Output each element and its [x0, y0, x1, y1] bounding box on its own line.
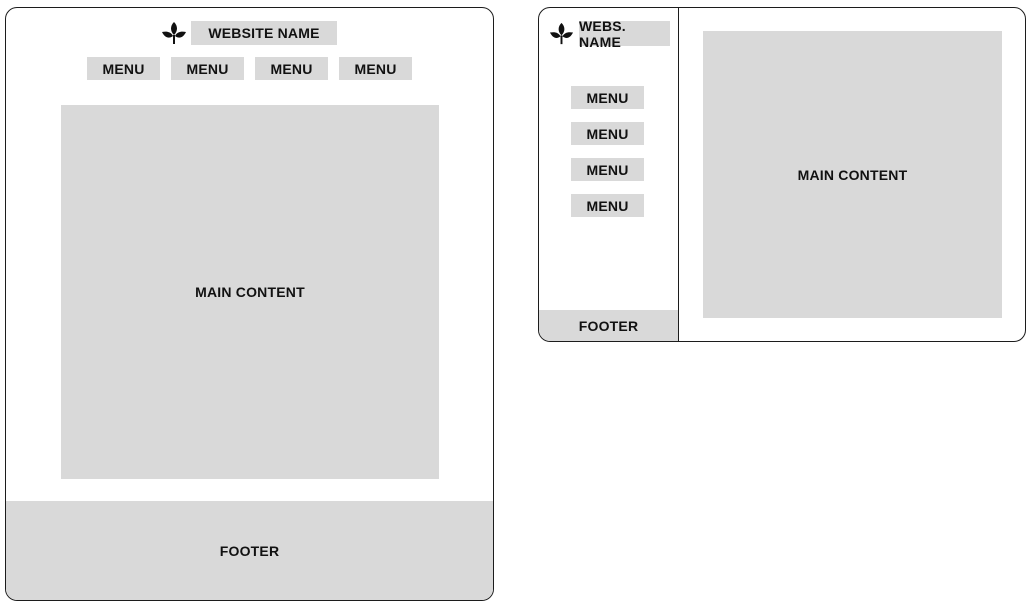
- sidebar: WEBS. NAME MENU MENU MENU MENU FOOTER: [539, 8, 679, 341]
- menu-item-3[interactable]: MENU: [571, 158, 644, 181]
- menu-item-4[interactable]: MENU: [571, 194, 644, 217]
- menu-item-2[interactable]: MENU: [171, 57, 244, 80]
- wireframe-top-nav-layout: WEBSITE NAME MENU MENU MENU MENU MAIN CO…: [5, 7, 494, 601]
- footer: FOOTER: [539, 310, 678, 341]
- menu-item-1[interactable]: MENU: [571, 86, 644, 109]
- menu-item-4[interactable]: MENU: [339, 57, 412, 80]
- main-content-area: MAIN CONTENT: [61, 105, 439, 479]
- footer: FOOTER: [6, 501, 493, 600]
- wireframe-sidebar-layout: WEBS. NAME MENU MENU MENU MENU FOOTER MA…: [538, 7, 1026, 342]
- menu-item-2[interactable]: MENU: [571, 122, 644, 145]
- leaf-logo-icon: [162, 22, 186, 44]
- website-name-label: WEBSITE NAME: [191, 21, 337, 45]
- menu-item-3[interactable]: MENU: [255, 57, 328, 80]
- menu-item-1[interactable]: MENU: [87, 57, 160, 80]
- website-name-label: WEBS. NAME: [579, 18, 670, 50]
- main-content-area: MAIN CONTENT: [703, 31, 1002, 318]
- leaf-logo-icon: [549, 22, 574, 45]
